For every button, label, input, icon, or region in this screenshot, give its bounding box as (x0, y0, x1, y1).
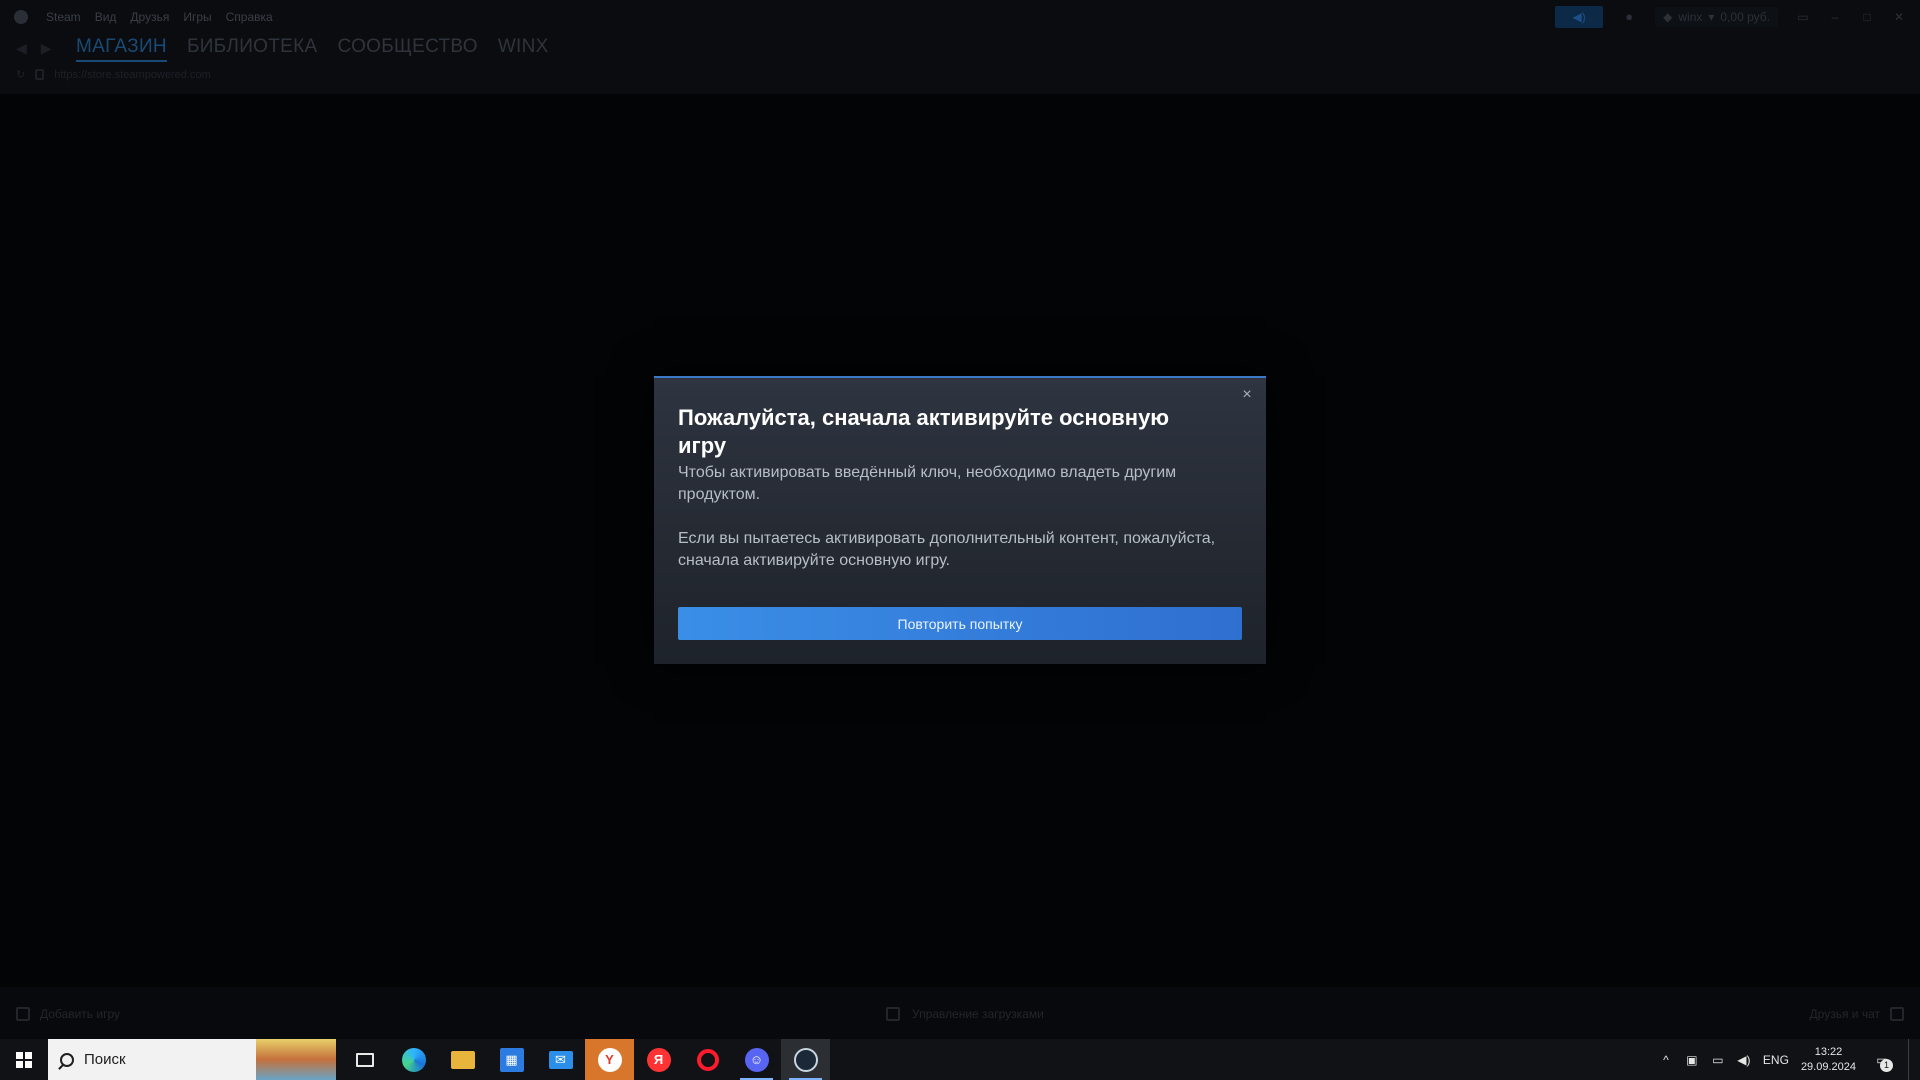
system-tray: ^ ▣ ▭ ◀) ENG 13:22 29.09.2024 ▭ 1 (1659, 1039, 1920, 1080)
taskbar-app-mail[interactable]: ✉ (536, 1039, 585, 1080)
taskbar-search[interactable]: Поиск (48, 1039, 256, 1080)
tab-profile[interactable]: WINX (498, 36, 549, 62)
downloads-label: Управление загрузками (912, 1007, 1044, 1021)
download-icon (886, 1007, 900, 1021)
forward-arrow-icon[interactable]: ▶ (41, 40, 52, 57)
announcements-button[interactable]: ◀) (1555, 6, 1604, 28)
clock-time: 13:22 (1814, 1045, 1843, 1058)
downloads-button[interactable]: Управление загрузками (886, 1007, 1044, 1021)
taskbar-apps: ▦ ✉ Y Я ☺ (340, 1039, 830, 1080)
menu-bar: Steam Вид Друзья Игры Справка (14, 10, 273, 24)
taskbar-app-store[interactable]: ▦ (487, 1039, 536, 1080)
store-icon: ▦ (499, 1047, 524, 1072)
taskbar-app-discord[interactable]: ☺ (732, 1039, 781, 1080)
dialog-title: Пожалуйста, сначала активируйте основную… (678, 405, 1170, 458)
network-icon[interactable]: ▭ (1711, 1053, 1725, 1067)
retry-button[interactable]: Повторить попытку (678, 607, 1242, 640)
tab-community[interactable]: СООБЩЕСТВО (337, 36, 477, 62)
bell-icon[interactable]: ● (1621, 9, 1637, 25)
folder-icon (450, 1050, 475, 1069)
discord-icon: ☺ (744, 1047, 769, 1072)
notification-badge: 1 (1880, 1059, 1893, 1072)
meet-now-icon[interactable]: ▣ (1685, 1053, 1699, 1067)
close-window-icon[interactable]: ✕ (1892, 10, 1906, 24)
dialog-message-1: Чтобы активировать введённый ключ, необх… (678, 464, 1177, 503)
chevron-down-icon: ▾ (1708, 10, 1715, 24)
task-view-icon (355, 1052, 374, 1067)
big-picture-icon[interactable]: ▭ (1796, 10, 1810, 24)
nav-bar: ◀ ▶ МАГАЗИН БИБЛИОТЕКА СООБЩЕСТВО WINX ↻… (0, 36, 1920, 94)
activation-error-dialog: × Пожалуйста, сначала активируйте основн… (654, 376, 1266, 664)
windows-taskbar: Поиск ▦ ✉ Y Я ☺ ^ ▣ ▭ ◀) ENG 13:22 29.09… (0, 1039, 1920, 1080)
friends-chat-button[interactable]: Друзья и чат (1810, 1007, 1904, 1021)
clock-date: 29.09.2024 (1800, 1060, 1856, 1073)
yandex-browser-icon: Y (597, 1047, 622, 1072)
url-text[interactable]: https://store.steampowered.com (54, 69, 211, 81)
yandex-icon: Я (646, 1047, 671, 1072)
steam-bottom-bar: Добавить игру Управление загрузками Друз… (0, 987, 1920, 1039)
lock-icon (35, 69, 45, 80)
task-view-button[interactable] (340, 1039, 389, 1080)
menu-steam[interactable]: Steam (46, 10, 81, 24)
add-game-label: Добавить игру (40, 1007, 120, 1021)
taskbar-app-yandex[interactable]: Я (634, 1039, 683, 1080)
account-name: winx (1678, 10, 1703, 24)
opera-icon (696, 1048, 719, 1071)
chat-icon (1890, 1007, 1904, 1021)
menu-friends[interactable]: Друзья (130, 10, 169, 24)
steam-logo-icon[interactable] (14, 10, 28, 24)
edge-icon (401, 1047, 426, 1072)
clock[interactable]: 13:22 29.09.2024 (1801, 1045, 1856, 1075)
mail-icon: ✉ (548, 1050, 573, 1069)
search-placeholder: Поиск (84, 1051, 126, 1068)
menu-games[interactable]: Игры (183, 10, 211, 24)
back-arrow-icon[interactable]: ◀ (16, 40, 27, 57)
tab-store[interactable]: МАГАЗИН (76, 36, 167, 62)
account-menu[interactable]: ◆ winx ▾ 0,00 руб. (1655, 7, 1778, 27)
show-desktop-button[interactable] (1908, 1039, 1912, 1080)
friends-label: Друзья и чат (1809, 1007, 1880, 1021)
taskbar-app-explorer[interactable] (438, 1039, 487, 1080)
taskbar-app-opera[interactable] (683, 1039, 732, 1080)
wallet-balance: 0,00 руб. (1720, 10, 1770, 24)
refresh-icon[interactable]: ↻ (16, 68, 25, 81)
taskbar-app-yandex-browser[interactable]: Y (585, 1039, 634, 1080)
start-button[interactable] (0, 1039, 48, 1080)
notification-center-button[interactable]: ▭ 1 (1868, 1039, 1896, 1080)
volume-icon[interactable]: ◀) (1737, 1053, 1751, 1067)
dialog-message-2: Если вы пытаетесь активировать дополните… (678, 530, 1216, 569)
minimize-icon[interactable]: – (1828, 10, 1842, 24)
plus-icon (16, 1007, 30, 1021)
tab-library[interactable]: БИБЛИОТЕКА (187, 36, 318, 62)
megaphone-icon: ◀) (1572, 10, 1586, 24)
windows-logo-icon (16, 1051, 32, 1068)
taskbar-app-edge[interactable] (389, 1039, 438, 1080)
nav-arrows: ◀ ▶ (16, 40, 52, 57)
avatar: ◆ (1663, 10, 1673, 24)
main-tabs: МАГАЗИН БИБЛИОТЕКА СООБЩЕСТВО WINX (76, 36, 549, 62)
steam-icon (793, 1047, 818, 1072)
menu-help[interactable]: Справка (226, 10, 273, 24)
search-icon (60, 1052, 74, 1067)
menu-view[interactable]: Вид (95, 10, 117, 24)
taskbar-app-steam[interactable] (781, 1039, 830, 1080)
add-game-button[interactable]: Добавить игру (16, 1007, 120, 1021)
title-bar: Steam Вид Друзья Игры Справка ◀) ● ◆ win… (0, 0, 1920, 36)
url-row: ↻ https://store.steampowered.com (16, 68, 211, 82)
close-icon[interactable]: × (1238, 386, 1256, 404)
title-right-controls: ◀) ● ◆ winx ▾ 0,00 руб. ▭ – □ ✕ (1555, 6, 1920, 28)
steam-window: Steam Вид Друзья Игры Справка ◀) ● ◆ win… (0, 0, 1920, 1080)
chevron-up-icon[interactable]: ^ (1659, 1053, 1673, 1067)
search-highlight-image[interactable] (256, 1039, 336, 1080)
maximize-icon[interactable]: □ (1860, 10, 1874, 24)
language-indicator[interactable]: ENG (1763, 1053, 1789, 1067)
